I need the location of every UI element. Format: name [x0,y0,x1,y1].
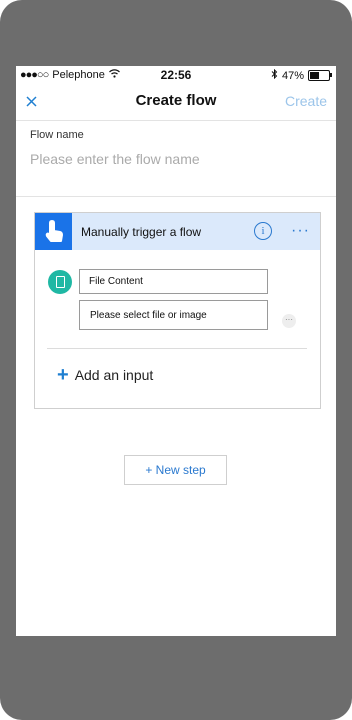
file-select-placeholder: Please select file or image [90,310,207,321]
add-input-button[interactable]: + Add an input [57,364,154,386]
phone-frame: ●●●○○ Pelephone 22:56 47% Create flow Cr… [0,0,352,720]
trigger-card: Manually trigger a flow i ··· File Conte… [34,212,321,409]
status-bar: ●●●○○ Pelephone 22:56 47% [16,66,336,84]
field-options-icon[interactable]: ··· [282,314,296,328]
flow-name-section: Flow name [16,121,336,197]
file-icon [48,270,72,294]
file-content-field[interactable]: File Content [79,269,268,294]
battery-group: 47% [271,68,332,82]
touch-icon [35,213,72,250]
plus-icon: + [57,364,69,386]
battery-percent: 47% [281,69,304,82]
create-button[interactable]: Create [285,93,327,109]
app-screen: ●●●○○ Pelephone 22:56 47% Create flow Cr… [16,66,336,636]
navigation-bar: Create flow Create [16,84,336,121]
trigger-card-header[interactable]: Manually trigger a flow i ··· [35,213,320,250]
add-input-label: Add an input [74,367,154,383]
file-content-label: File Content [89,276,143,287]
card-divider [47,348,307,349]
file-select-field[interactable]: Please select file or image [79,300,268,330]
bluetooth-icon [271,68,278,82]
more-options-icon[interactable]: ··· [291,222,310,240]
info-icon[interactable]: i [254,222,272,240]
trigger-title: Manually trigger a flow [81,225,202,239]
flow-name-input[interactable] [30,151,320,167]
flow-name-label: Flow name [30,129,84,141]
battery-fill [310,72,320,79]
battery-icon [308,70,332,81]
new-step-button[interactable]: + New step [124,455,227,485]
